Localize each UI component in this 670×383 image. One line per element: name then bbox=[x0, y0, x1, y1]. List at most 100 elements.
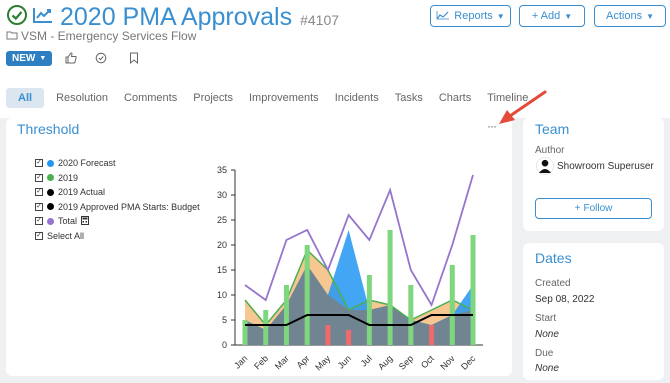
budget-bar bbox=[429, 325, 435, 345]
tab-tasks[interactable]: Tasks bbox=[387, 89, 431, 107]
page-title: 2020 PMA Approvals bbox=[60, 3, 293, 31]
tab-incidents[interactable]: Incidents bbox=[327, 89, 387, 107]
check-circle-icon bbox=[6, 4, 28, 31]
legend-swatch bbox=[47, 188, 54, 196]
plus-icon: + bbox=[574, 203, 581, 214]
legend-swatch bbox=[47, 174, 54, 182]
legend-item[interactable]: ✓ 2019 bbox=[35, 171, 200, 186]
budget-bar bbox=[304, 245, 310, 345]
tab-all[interactable]: All bbox=[6, 88, 45, 108]
trend-icon bbox=[32, 6, 54, 29]
budget-bar bbox=[242, 320, 248, 345]
budget-bar bbox=[263, 310, 269, 345]
y-tick-label: 0 bbox=[222, 340, 227, 350]
x-tick-label: May bbox=[313, 353, 332, 372]
status-label: NEW bbox=[12, 53, 36, 64]
bookmark-icon[interactable] bbox=[129, 52, 139, 67]
status-badge[interactable]: NEW ▼ bbox=[6, 51, 53, 66]
check-circle-icon[interactable] bbox=[95, 52, 107, 67]
tab-bar: All Resolution Comments Projects Improve… bbox=[6, 88, 536, 108]
x-tick-label: Sep bbox=[397, 353, 415, 371]
start-label: Start bbox=[535, 313, 557, 324]
checkbox[interactable]: ✓ bbox=[35, 217, 43, 226]
page-header: 2020 PMA Approvals #4107 VSM - Emergency… bbox=[0, 0, 670, 118]
tab-projects[interactable]: Projects bbox=[185, 89, 241, 107]
tab-comments[interactable]: Comments bbox=[116, 89, 185, 107]
reports-label: Reports bbox=[454, 10, 493, 22]
budget-bar bbox=[449, 265, 455, 345]
follow-button[interactable]: + Follow bbox=[535, 198, 652, 219]
avatar bbox=[536, 157, 554, 180]
x-tick-label: Oct bbox=[419, 353, 436, 370]
y-tick-label: 25 bbox=[217, 215, 227, 225]
legend-label: 2019 Approved PMA Starts: Budget bbox=[58, 201, 200, 212]
dates-title: Dates bbox=[535, 250, 572, 266]
legend-item[interactable]: ✓ 2019 Approved PMA Starts: Budget bbox=[35, 200, 200, 215]
legend-swatch bbox=[47, 217, 54, 225]
y-tick-label: 35 bbox=[217, 165, 227, 175]
budget-bar bbox=[408, 285, 414, 345]
threshold-title: Threshold bbox=[17, 121, 80, 137]
select-all-label: Select All bbox=[47, 230, 85, 241]
y-tick-label: 30 bbox=[217, 190, 227, 200]
actions-label: Actions bbox=[606, 10, 643, 22]
title-row: 2020 PMA Approvals #4107 bbox=[6, 3, 339, 32]
y-tick-label: 5 bbox=[222, 315, 227, 325]
checkbox[interactable]: ✓ bbox=[35, 231, 43, 240]
budget-bar bbox=[283, 285, 289, 345]
chevron-down-icon: ▼ bbox=[646, 11, 654, 21]
chevron-down-icon: ▼ bbox=[39, 55, 47, 62]
author-name[interactable]: Showroom Superuser bbox=[557, 161, 654, 172]
x-tick-label: Jan bbox=[232, 353, 249, 370]
reports-button[interactable]: Reports ▼ bbox=[430, 5, 511, 27]
legend-label: Total bbox=[58, 216, 78, 227]
budget-bar bbox=[470, 235, 476, 345]
checkbox[interactable]: ✓ bbox=[35, 202, 43, 211]
actions-button[interactable]: Actions ▼ bbox=[594, 5, 666, 27]
legend-label: 2019 bbox=[58, 172, 79, 183]
x-tick-label: Jul bbox=[359, 353, 374, 368]
add-button[interactable]: + Add ▼ bbox=[519, 5, 585, 27]
legend-item[interactable]: ✓ Total bbox=[35, 214, 200, 229]
legend-label: 2020 Forecast bbox=[58, 158, 116, 169]
x-tick-label: Nov bbox=[438, 353, 457, 372]
breadcrumb[interactable]: VSM - Emergency Services Flow bbox=[6, 29, 196, 43]
tab-improvements[interactable]: Improvements bbox=[241, 89, 327, 107]
due-label: Due bbox=[535, 348, 554, 359]
y-tick-label: 20 bbox=[217, 240, 227, 250]
item-id: #4107 bbox=[300, 11, 340, 28]
budget-bar bbox=[366, 275, 372, 345]
start-value: None bbox=[535, 329, 559, 340]
x-tick-label: Jun bbox=[336, 353, 353, 370]
x-tick-label: Aug bbox=[376, 353, 394, 371]
budget-bar bbox=[325, 325, 331, 345]
x-tick-label: Mar bbox=[273, 353, 291, 371]
y-tick-label: 10 bbox=[217, 290, 227, 300]
legend-item[interactable]: ✓ 2020 Forecast bbox=[35, 156, 200, 171]
follow-label: Follow bbox=[583, 203, 613, 214]
calculator-icon bbox=[81, 215, 90, 227]
action-row: NEW ▼ bbox=[6, 51, 53, 66]
chevron-down-icon: ▼ bbox=[496, 11, 505, 21]
created-label: Created bbox=[535, 278, 571, 289]
tab-charts[interactable]: Charts bbox=[431, 89, 479, 107]
checkbox[interactable]: ✓ bbox=[35, 188, 43, 197]
x-tick-label: Apr bbox=[295, 353, 312, 370]
add-label: + Add bbox=[531, 10, 561, 22]
y-tick-label: 15 bbox=[217, 265, 227, 275]
checkbox[interactable]: ✓ bbox=[35, 159, 43, 168]
select-all-item[interactable]: ✓ Select All bbox=[35, 229, 200, 244]
created-value: Sep 08, 2022 bbox=[535, 294, 595, 305]
threshold-chart: 0 5 10 15 20 25 30 35 Jan Feb Mar Apr May Jun Jul Aug Se… bbox=[217, 165, 483, 372]
legend-swatch bbox=[47, 159, 54, 167]
legend-label: 2019 Actual bbox=[58, 187, 106, 198]
legend-item[interactable]: ✓ 2019 Actual bbox=[35, 185, 200, 200]
chevron-down-icon: ▼ bbox=[564, 11, 573, 21]
tab-resolution[interactable]: Resolution bbox=[48, 89, 116, 107]
budget-bar bbox=[387, 230, 393, 345]
reports-chart-icon bbox=[436, 10, 450, 23]
folder-icon bbox=[6, 29, 18, 43]
checkbox[interactable]: ✓ bbox=[35, 173, 43, 182]
thumbs-up-icon[interactable] bbox=[65, 52, 77, 67]
legend-swatch bbox=[47, 203, 54, 211]
